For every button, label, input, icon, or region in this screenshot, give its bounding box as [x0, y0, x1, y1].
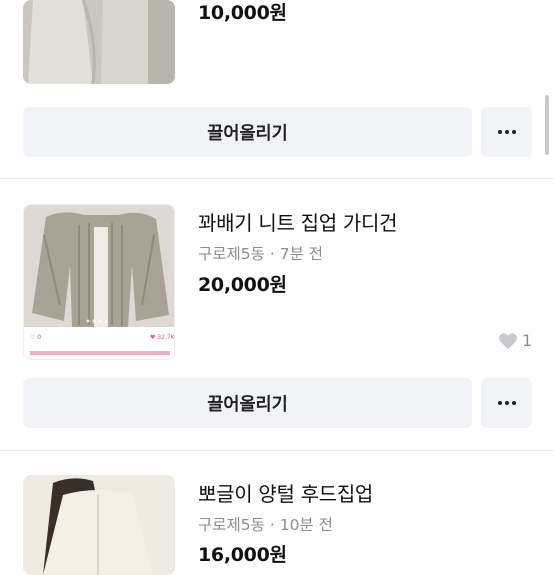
listing-time: 7분 전 [279, 245, 324, 263]
listing-meta: 구로제5동 · 7분 전 [198, 242, 323, 264]
bump-button[interactable]: 끌어올리기 [23, 378, 472, 428]
svg-text:♥ 32.7K: ♥ 32.7K [150, 334, 175, 341]
listing-title[interactable]: 꽈배기 니트 집업 가디건 [198, 207, 397, 236]
more-options-button[interactable] [481, 107, 532, 157]
more-options-button[interactable] [481, 378, 532, 428]
listing-time: 10분 전 [279, 516, 333, 534]
meta-separator: · [269, 245, 280, 263]
like-count: 1 [498, 331, 532, 350]
listing-location: 구로제5동 [198, 516, 265, 534]
listing-thumbnail[interactable]: ♡ 0 ♥ 32.7K [23, 204, 175, 360]
listing-title[interactable]: 뽀글이 양털 후드집업 [198, 478, 373, 507]
scrollbar[interactable] [545, 95, 549, 155]
listing-location: 구로제5동 [198, 245, 265, 263]
meta-separator: · [269, 516, 280, 534]
listing-thumbnail[interactable] [23, 475, 175, 575]
svg-text:♡ 0: ♡ 0 [30, 334, 41, 341]
listing-meta: 구로제5동 · 10분 전 [198, 513, 333, 535]
more-horizontal-icon [497, 130, 516, 134]
listing-price: 10,000원 [198, 2, 287, 24]
like-count-number: 1 [522, 331, 533, 350]
listing-thumbnail[interactable] [23, 0, 175, 84]
heart-icon [499, 332, 517, 349]
more-horizontal-icon [497, 401, 516, 405]
divider [0, 450, 554, 451]
listing-price: 20,000원 [198, 274, 287, 296]
divider [0, 178, 554, 179]
bump-button[interactable]: 끌어올리기 [23, 107, 472, 157]
